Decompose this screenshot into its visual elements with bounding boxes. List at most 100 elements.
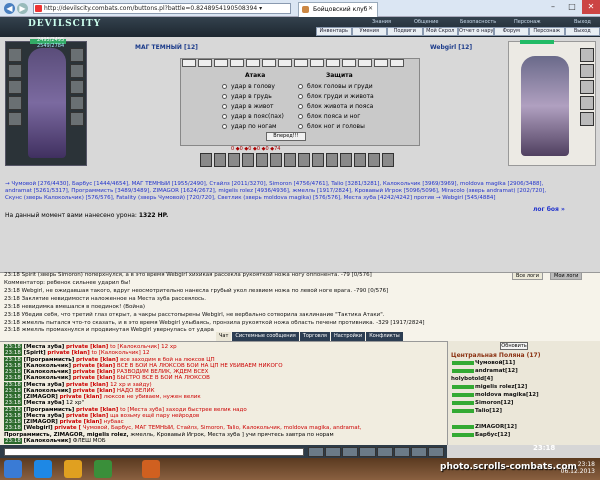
defend-option-head-chest[interactable]: блок головы и груди <box>298 83 373 91</box>
skill-icon[interactable] <box>298 153 310 167</box>
chat-sender[interactable]: [Калокольчик] <box>24 375 71 381</box>
chat-sender[interactable]: [Места зуба] <box>24 413 65 419</box>
player-avatar[interactable] <box>28 48 66 158</box>
chat-sender[interactable]: [Места зуба] <box>24 382 65 388</box>
close-tab-icon[interactable]: ✕ <box>368 5 373 12</box>
user-list-item[interactable]: ZIMAGOR[12] <box>451 424 517 431</box>
skill-icon[interactable] <box>270 153 282 167</box>
refresh-button[interactable]: Обновить <box>500 342 528 350</box>
attack-option-chest[interactable]: удар в грудь <box>222 93 272 101</box>
maximize-icon[interactable]: □ <box>563 0 581 14</box>
gloves-slot[interactable] <box>70 64 84 78</box>
skill-icon[interactable] <box>326 153 338 167</box>
chat-sender[interactable]: [Spirit] <box>24 350 46 356</box>
tab-system-messages[interactable]: Системные сообщения <box>232 332 299 341</box>
skill-icon[interactable] <box>340 153 352 167</box>
tab-settings[interactable]: Настройки <box>330 332 366 341</box>
ring-slot[interactable] <box>70 96 84 110</box>
minimize-icon[interactable]: – <box>544 0 562 14</box>
enemy-helmet-slot[interactable] <box>580 48 594 62</box>
media-player-icon[interactable] <box>94 460 112 478</box>
effect-icon[interactable] <box>230 59 244 67</box>
weapon-slot[interactable] <box>8 80 22 94</box>
user-list-item[interactable]: Барбус[12] <box>451 432 510 439</box>
armor-slot[interactable] <box>8 96 22 110</box>
skill-icon[interactable] <box>200 153 212 167</box>
earrings-slot[interactable] <box>70 48 84 62</box>
menu-forum[interactable]: Форум <box>493 27 529 36</box>
back-button[interactable]: ◀ <box>4 3 15 14</box>
effect-icon[interactable] <box>294 59 308 67</box>
enemy-amulet-slot[interactable] <box>580 64 594 78</box>
user-list-item[interactable]: Чумовой[11] <box>451 360 515 367</box>
chat-sender[interactable]: Программисть, ZIMAGOR, migelis rolez, <box>4 432 129 438</box>
attack-button[interactable]: Вперед!!! <box>266 132 306 141</box>
skill-icon[interactable] <box>368 153 380 167</box>
menu-skills[interactable]: Умения <box>351 27 387 36</box>
boots-slot[interactable] <box>70 112 84 126</box>
enemy-armor-slot[interactable] <box>580 96 594 110</box>
helmet-slot[interactable] <box>8 48 22 62</box>
chat-sender[interactable]: [Webgirl] <box>24 425 53 431</box>
skill-icon[interactable] <box>242 153 254 167</box>
effect-icon[interactable] <box>310 59 324 67</box>
chat-control-button[interactable] <box>410 447 427 457</box>
menu-achievements[interactable]: Подвиги <box>387 27 423 36</box>
menu-character[interactable]: Персонаж <box>529 27 565 36</box>
menu-my-scroll[interactable]: Мой Скрол <box>422 27 458 36</box>
defend-option-legs-head[interactable]: блок ног и головы <box>298 123 365 131</box>
belt-slot[interactable] <box>8 112 22 126</box>
chat-sender[interactable]: [Места зуба] <box>24 400 65 406</box>
file-explorer-icon[interactable] <box>64 460 82 478</box>
user-list-item[interactable]: holybotold[4] <box>451 376 493 383</box>
enemy-belt-slot[interactable] <box>580 112 594 126</box>
effect-icon[interactable] <box>278 59 292 67</box>
enemy-name[interactable]: Webgirl [12] <box>430 44 472 51</box>
tab-chat[interactable]: Чат <box>216 332 232 341</box>
close-icon[interactable]: ✕ <box>582 0 600 14</box>
effect-icon[interactable] <box>390 59 404 67</box>
menu-inventory[interactable]: Инвентарь <box>316 27 352 36</box>
effect-icon[interactable] <box>262 59 276 67</box>
battle-log-link[interactable]: лог боя » <box>533 206 565 213</box>
chat-sender[interactable]: [Калокольчик] <box>24 438 71 444</box>
tab-my-logs[interactable]: Мои логи <box>550 272 583 280</box>
skill-icon[interactable] <box>256 153 268 167</box>
effect-icon[interactable] <box>182 59 196 67</box>
user-list-item[interactable]: Simoron[12] <box>451 400 513 407</box>
chat-control-button[interactable] <box>325 447 342 457</box>
effect-icon[interactable] <box>358 59 372 67</box>
chat-control-button[interactable] <box>427 447 444 457</box>
user-list-item[interactable]: andramat[12] <box>451 368 518 375</box>
user-list-item[interactable]: migelis rolez[12] <box>451 384 527 391</box>
chat-input[interactable] <box>4 448 304 456</box>
chat-sender[interactable]: [Программисть] <box>24 407 75 413</box>
defend-option-belly-belt[interactable]: блок живота и пояса <box>298 103 373 111</box>
shield-slot[interactable] <box>70 80 84 94</box>
chat-sender[interactable]: [Калокольчик] <box>24 369 71 375</box>
effect-icon[interactable] <box>342 59 356 67</box>
tab-trade[interactable]: Торговля <box>299 332 330 341</box>
chat-sender[interactable]: [ZIMAGOR] <box>24 394 58 400</box>
user-list-item[interactable]: moldova magika[12] <box>451 392 539 399</box>
skill-icon[interactable] <box>354 153 366 167</box>
chat-sender[interactable]: [Калокольчик] <box>24 388 71 394</box>
attack-option-groin[interactable]: удар в пояс(пах) <box>222 113 284 121</box>
enemy-weapon-slot[interactable] <box>580 80 594 94</box>
effect-icon[interactable] <box>214 59 228 67</box>
player-name[interactable]: МАГ ТЕМНЫЙ [12] <box>135 44 198 51</box>
internet-explorer-icon[interactable] <box>34 460 52 478</box>
menu-exit[interactable]: Выход <box>564 27 600 36</box>
attack-option-legs[interactable]: удар по ногам <box>222 123 277 131</box>
attack-option-belly[interactable]: удар в живот <box>222 103 274 111</box>
start-icon[interactable] <box>4 460 22 478</box>
defend-option-belt-legs[interactable]: блок пояса и ног <box>298 113 360 121</box>
address-bar[interactable]: http://devilscity.combats.com/buttons.pl… <box>33 3 291 14</box>
game-client-icon[interactable] <box>142 460 160 478</box>
tab-all-logs[interactable]: Все логи <box>512 272 543 280</box>
effect-icon[interactable] <box>326 59 340 67</box>
amulet-slot[interactable] <box>8 64 22 78</box>
enemy-avatar[interactable] <box>521 56 569 156</box>
chat-control-button[interactable] <box>308 447 325 457</box>
skill-icon[interactable] <box>382 153 394 167</box>
